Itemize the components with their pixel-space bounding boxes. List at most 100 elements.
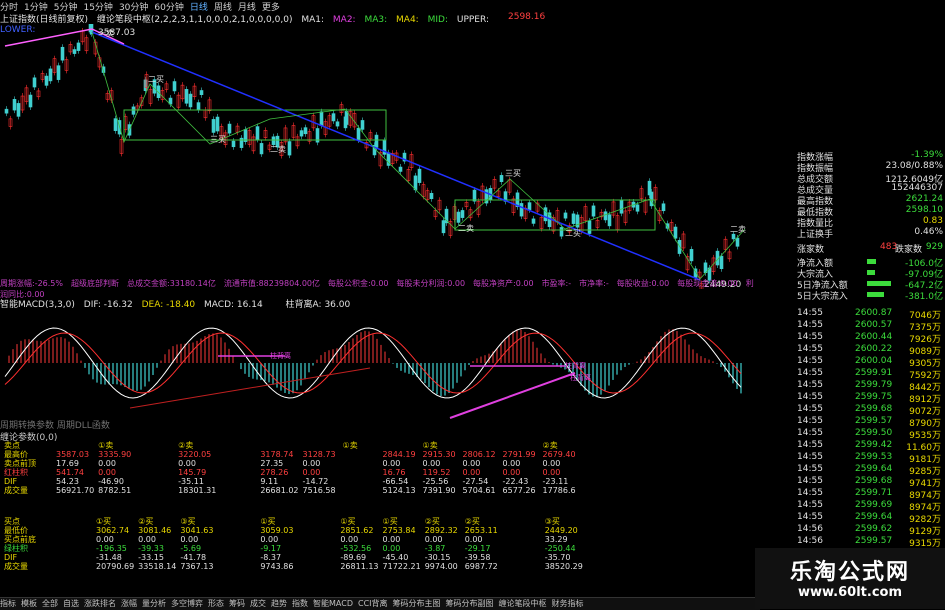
- bottom-tab-6[interactable]: 量分析: [142, 598, 166, 610]
- table-cell: ②卖: [178, 441, 194, 450]
- table-cell: 7391.90: [422, 486, 456, 495]
- tick-row: 14:55 2599.68 9072万: [795, 404, 945, 417]
- trend-line: [91, 31, 701, 281]
- tick-price: 2599.75: [855, 392, 893, 402]
- tick-price: 2599.69: [855, 500, 893, 510]
- table-cell: 0.00: [542, 468, 561, 477]
- candle-body: [56, 65, 61, 80]
- tick-time: 14:55: [797, 440, 823, 450]
- tick-price: 2599.62: [855, 524, 893, 534]
- table-cell: -29.17: [464, 544, 491, 553]
- table-cell: -41.78: [180, 553, 207, 562]
- candle-body: [527, 202, 532, 211]
- bottom-tab-9[interactable]: 筹码: [229, 598, 245, 610]
- tick-time: 14:55: [797, 464, 823, 474]
- table-cell: 0.00: [502, 459, 521, 468]
- table-cell: 2844.19: [382, 450, 416, 459]
- table-cell: 278.26: [260, 468, 289, 477]
- main-kline-chart[interactable]: 3500340033003200310030002900280027002600…: [0, 24, 760, 289]
- candle-body: [689, 249, 694, 262]
- row-label: DIF: [4, 553, 18, 562]
- bottom-tab-2[interactable]: 全部: [42, 598, 58, 610]
- stat-row: 指数涨幅 -1.39%: [795, 150, 945, 163]
- table-cell: 8782.51: [98, 486, 132, 495]
- table-cell: [461, 441, 501, 450]
- bottom-tab-5[interactable]: 涨幅: [121, 598, 137, 610]
- candle-body: [188, 93, 193, 108]
- tick-time: 14:55: [797, 308, 823, 318]
- candle-body: [591, 205, 596, 217]
- table-cell: 3335.90: [98, 450, 132, 459]
- flow-bar: [867, 270, 875, 275]
- stat-row: 指数量比 0.83: [795, 216, 945, 229]
- tick-price: 2600.04: [855, 356, 893, 366]
- tick-price: 2599.71: [855, 488, 893, 498]
- table-row: 绿柱积 -196.35 -39.33 -5.69 -9.17 -532.56 0.00 -3.…: [2, 544, 585, 553]
- table-cell: [218, 459, 258, 468]
- bottom-tab-10[interactable]: 成交: [250, 598, 266, 610]
- table-cell: [298, 553, 338, 562]
- candle-body: [259, 143, 264, 155]
- table-cell: 9743.86: [260, 562, 294, 571]
- tick-row: 14:55 2600.87 7046万: [795, 308, 945, 321]
- candle-body: [731, 233, 736, 240]
- bottom-tab-8[interactable]: 形态: [208, 598, 224, 610]
- bottom-tab-0[interactable]: 指标: [0, 598, 16, 610]
- table-cell: [258, 441, 300, 450]
- table-cell: [298, 562, 338, 571]
- bottom-tab-18[interactable]: 财务指标: [552, 598, 584, 610]
- candle-body: [184, 89, 189, 104]
- candle-body: [287, 141, 292, 156]
- table-row: 成交量 20790.69 33518.14 7367.13 9743.86 26811.1…: [2, 562, 585, 571]
- bottom-tab-16[interactable]: 筹码分布副图: [446, 598, 494, 610]
- tick-time: 14:55: [797, 332, 823, 342]
- bottom-tab-15[interactable]: 筹码分布主图: [393, 598, 441, 610]
- macd-chart[interactable]: 50.0025.000.00-25.00-50.00柱背离柱背离柱背离: [0, 308, 760, 423]
- stat-value: 0.46%: [914, 227, 943, 237]
- flow-row: 5日净流入额 -647.2亿: [795, 278, 945, 291]
- table-cell: 27.35: [260, 459, 284, 468]
- bottom-tab-12[interactable]: 指数: [292, 598, 308, 610]
- table-cell: 3587.03: [56, 450, 90, 459]
- macd-label: 柱背离: [565, 361, 586, 370]
- table-cell: [301, 441, 341, 450]
- table-cell: [136, 450, 176, 459]
- candle-body: [72, 49, 77, 54]
- watermark-logo: 乐淘公式网 www.60lt.com: [755, 548, 945, 609]
- bottom-tab-4[interactable]: 涨跌排名: [84, 598, 116, 610]
- info-bar: 周期涨幅:-26.5% 超级底部判断 总成交金额:33180.14亿 流通市值:882…: [0, 278, 760, 299]
- table-cell: 0.00: [542, 459, 561, 468]
- table-cell: -30.15: [424, 553, 451, 562]
- candle-body: [255, 126, 260, 140]
- tick-time: 14:55: [797, 428, 823, 438]
- tick-time: 14:55: [797, 356, 823, 366]
- table-cell: 145.79: [178, 468, 207, 477]
- bottom-tab-1[interactable]: 模板: [21, 598, 37, 610]
- table-cell: [54, 526, 94, 535]
- table-cell: 2753.84: [382, 526, 416, 535]
- tick-price: 2599.68: [855, 476, 893, 486]
- candle-body: [231, 140, 236, 148]
- divergence-line: [449, 372, 576, 419]
- table-cell: [503, 553, 543, 562]
- table-cell: -14.72: [302, 477, 329, 486]
- bottom-tab-13[interactable]: 智能MACD: [313, 598, 353, 610]
- tick-price: 2599.64: [855, 464, 893, 474]
- table-cell: [298, 535, 338, 544]
- table-row: 红柱积 541.74 0.00 145.79 278.26 0.00 16.76 119.52…: [2, 468, 581, 477]
- bottom-tab-17[interactable]: 缠论笔段中枢: [499, 598, 547, 610]
- bottom-tab-14[interactable]: CCI背离: [358, 598, 388, 610]
- table-cell: 3062.74: [96, 526, 130, 535]
- table-cell: -532.56: [340, 544, 372, 553]
- table-cell: 541.74: [56, 468, 84, 477]
- bottom-tab-7[interactable]: 多空博弈: [171, 598, 203, 610]
- table-cell: 2791.99: [502, 450, 536, 459]
- candle-body: [76, 42, 81, 51]
- table-cell: [341, 450, 381, 459]
- tick-row: 14:55 2599.68 9741万: [795, 476, 945, 489]
- bottom-tab-3[interactable]: 自选: [63, 598, 79, 610]
- chart-annotation: 三买: [505, 169, 521, 178]
- bottom-tab-11[interactable]: 趋势: [271, 598, 287, 610]
- table-cell: [298, 517, 338, 526]
- stat-label: 上证换手: [797, 230, 834, 240]
